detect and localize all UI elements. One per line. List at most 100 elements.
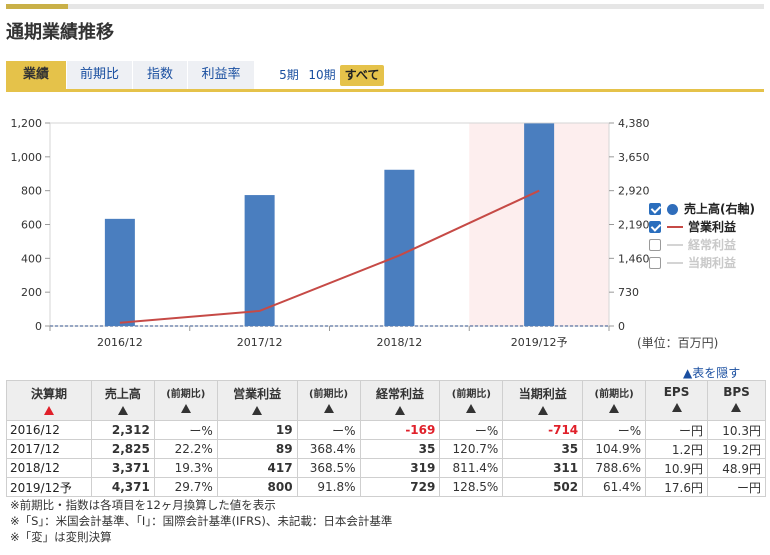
column-header[interactable]: 営業利益 <box>216 380 298 421</box>
x-tick-label: 2017/12 <box>237 336 283 349</box>
column-header-label: EPS <box>663 385 690 399</box>
page-title: 通期業績推移 <box>6 22 114 43</box>
column-header[interactable]: 経常利益 <box>359 380 441 421</box>
financial-table: 決算期 売上高 (前期比) 営業利益 (前期比) 経常利益 (前期比) 当期利益 (前期比) EP… <box>6 380 767 497</box>
table-cell: 4,371 <box>90 477 155 497</box>
table-cell: 3,371 <box>90 458 155 478</box>
table-cell: 29.7% <box>153 477 218 497</box>
column-header[interactable]: (前期比) <box>582 380 647 421</box>
unit-label: (単位：百万円) <box>637 336 719 350</box>
table-cell: 35 <box>359 439 441 459</box>
table-cell: -169 <box>359 420 441 440</box>
column-header[interactable]: (前期比) <box>296 380 361 421</box>
table-cell: 811.4% <box>439 458 504 478</box>
column-header[interactable]: (前期比) <box>153 380 218 421</box>
y-left-tick-label: 0 <box>35 320 42 333</box>
tab-performance[interactable]: 業績 <box>6 61 66 89</box>
table-cell: ー% <box>582 420 647 440</box>
tab-bar: 業績 前期比 指数 利益率 5期 10期 すべて <box>6 61 764 92</box>
legend-checkbox-sales[interactable] <box>649 203 661 215</box>
sales-bar <box>524 123 555 327</box>
table-row: 2019/12予 4,371 29.7% 800 91.8% 729 128.5% 502 61… <box>6 477 767 497</box>
table-cell: ー円 <box>645 420 708 440</box>
legend-line-icon <box>667 244 683 246</box>
column-header[interactable]: BPS <box>706 380 767 421</box>
tab-yoy[interactable]: 前期比 <box>67 61 132 89</box>
tab-index[interactable]: 指数 <box>133 61 187 89</box>
table-cell: 19 <box>216 420 298 440</box>
table-cell: 89 <box>216 439 298 459</box>
table-cell: 311 <box>502 458 584 478</box>
table-cell: -714 <box>502 420 584 440</box>
table-cell: 319 <box>359 458 441 478</box>
legend-checkbox-ordinary[interactable] <box>649 239 661 251</box>
y-right-tick-label: 2,190 <box>618 219 650 232</box>
table-cell: 19.2円 <box>706 439 767 459</box>
table-cell: 2019/12予 <box>6 477 92 497</box>
legend-item-sales[interactable]: 売上高(右軸) <box>649 200 755 218</box>
column-header[interactable]: (前期比) <box>439 380 504 421</box>
hide-table-link[interactable]: ▲表を隠す <box>683 364 740 381</box>
table-cell: 729 <box>359 477 441 497</box>
table-cell: ー円 <box>706 477 767 497</box>
column-header[interactable]: 決算期 <box>6 380 92 421</box>
legend-label-operating: 営業利益 <box>688 220 737 234</box>
column-header[interactable]: EPS <box>645 380 708 421</box>
y-left-tick-label: 400 <box>21 252 42 265</box>
legend-item-ordinary[interactable]: 経常利益 <box>649 236 755 254</box>
sort-arrow-icon[interactable] <box>252 406 263 415</box>
legend-item-net[interactable]: 当期利益 <box>649 254 755 272</box>
table-cell: 35 <box>502 439 584 459</box>
x-tick-label: 2019/12予 <box>511 336 568 349</box>
sort-arrow-icon[interactable] <box>537 406 548 415</box>
y-right-tick-label: 1,460 <box>618 252 650 265</box>
table-cell: 22.2% <box>153 439 218 459</box>
column-header-label: (前期比) <box>451 389 491 400</box>
table-cell: 120.7% <box>439 439 504 459</box>
legend-checkbox-net[interactable] <box>649 257 661 269</box>
legend-item-operating[interactable]: 営業利益 <box>649 218 755 236</box>
sort-arrow-icon[interactable] <box>466 404 477 413</box>
table-cell: 10.3円 <box>706 420 767 440</box>
period-10[interactable]: 10期 <box>307 65 337 86</box>
x-tick-label: 2016/12 <box>97 336 143 349</box>
table-cell: 17.6円 <box>645 477 708 497</box>
sort-arrow-icon[interactable] <box>609 404 620 413</box>
column-header-label: 営業利益 <box>233 387 282 401</box>
sort-arrow-icon[interactable] <box>117 406 128 415</box>
table-cell: 10.9円 <box>645 458 708 478</box>
table-cell: 788.6% <box>582 458 647 478</box>
table-cell: 417 <box>216 458 298 478</box>
sort-arrow-icon[interactable] <box>671 403 682 412</box>
sort-arrow-icon[interactable] <box>43 406 54 415</box>
y-left-tick-label: 1,200 <box>11 117 43 130</box>
column-header-label: (前期比) <box>594 389 634 400</box>
sort-arrow-icon[interactable] <box>323 404 334 413</box>
table-cell: 104.9% <box>582 439 647 459</box>
sort-arrow-icon[interactable] <box>394 406 405 415</box>
column-header-label: 当期利益 <box>518 387 567 401</box>
footnote: ※前期比・指数は各項目を12ヶ月換算した値を表示 <box>10 498 276 512</box>
table-cell: 2,825 <box>90 439 155 459</box>
table-header-row: 決算期 売上高 (前期比) 営業利益 (前期比) 経常利益 (前期比) 当期利益 (前期比) EP… <box>6 380 767 421</box>
table-cell: 128.5% <box>439 477 504 497</box>
column-header-label: BPS <box>723 385 750 399</box>
column-header[interactable]: 売上高 <box>90 380 155 421</box>
tab-margin[interactable]: 利益率 <box>188 61 254 89</box>
sort-arrow-icon[interactable] <box>731 403 742 412</box>
column-header[interactable]: 当期利益 <box>502 380 584 421</box>
table-cell: ー% <box>439 420 504 440</box>
table-cell: 19.3% <box>153 458 218 478</box>
period-5[interactable]: 5期 <box>276 65 302 86</box>
table-row: 2017/12 2,825 22.2% 89 368.4% 35 120.7% 35 104.9… <box>6 439 767 459</box>
y-left-tick-label: 1,000 <box>11 151 43 164</box>
table-body: 2016/12 2,312 ー% 19 ー% -169 ー% -714 ー% ー円 10.3円 201… <box>6 420 767 497</box>
legend-checkbox-operating[interactable] <box>649 221 661 233</box>
table-cell: 1.2円 <box>645 439 708 459</box>
sort-arrow-icon[interactable] <box>180 404 191 413</box>
chart-legend: 売上高(右軸) 営業利益 経常利益 当期利益 <box>649 200 755 272</box>
period-all[interactable]: すべて <box>340 65 384 86</box>
x-tick-label: 2018/12 <box>377 336 423 349</box>
sales-bar <box>104 218 135 326</box>
table-cell: 2016/12 <box>6 420 92 440</box>
